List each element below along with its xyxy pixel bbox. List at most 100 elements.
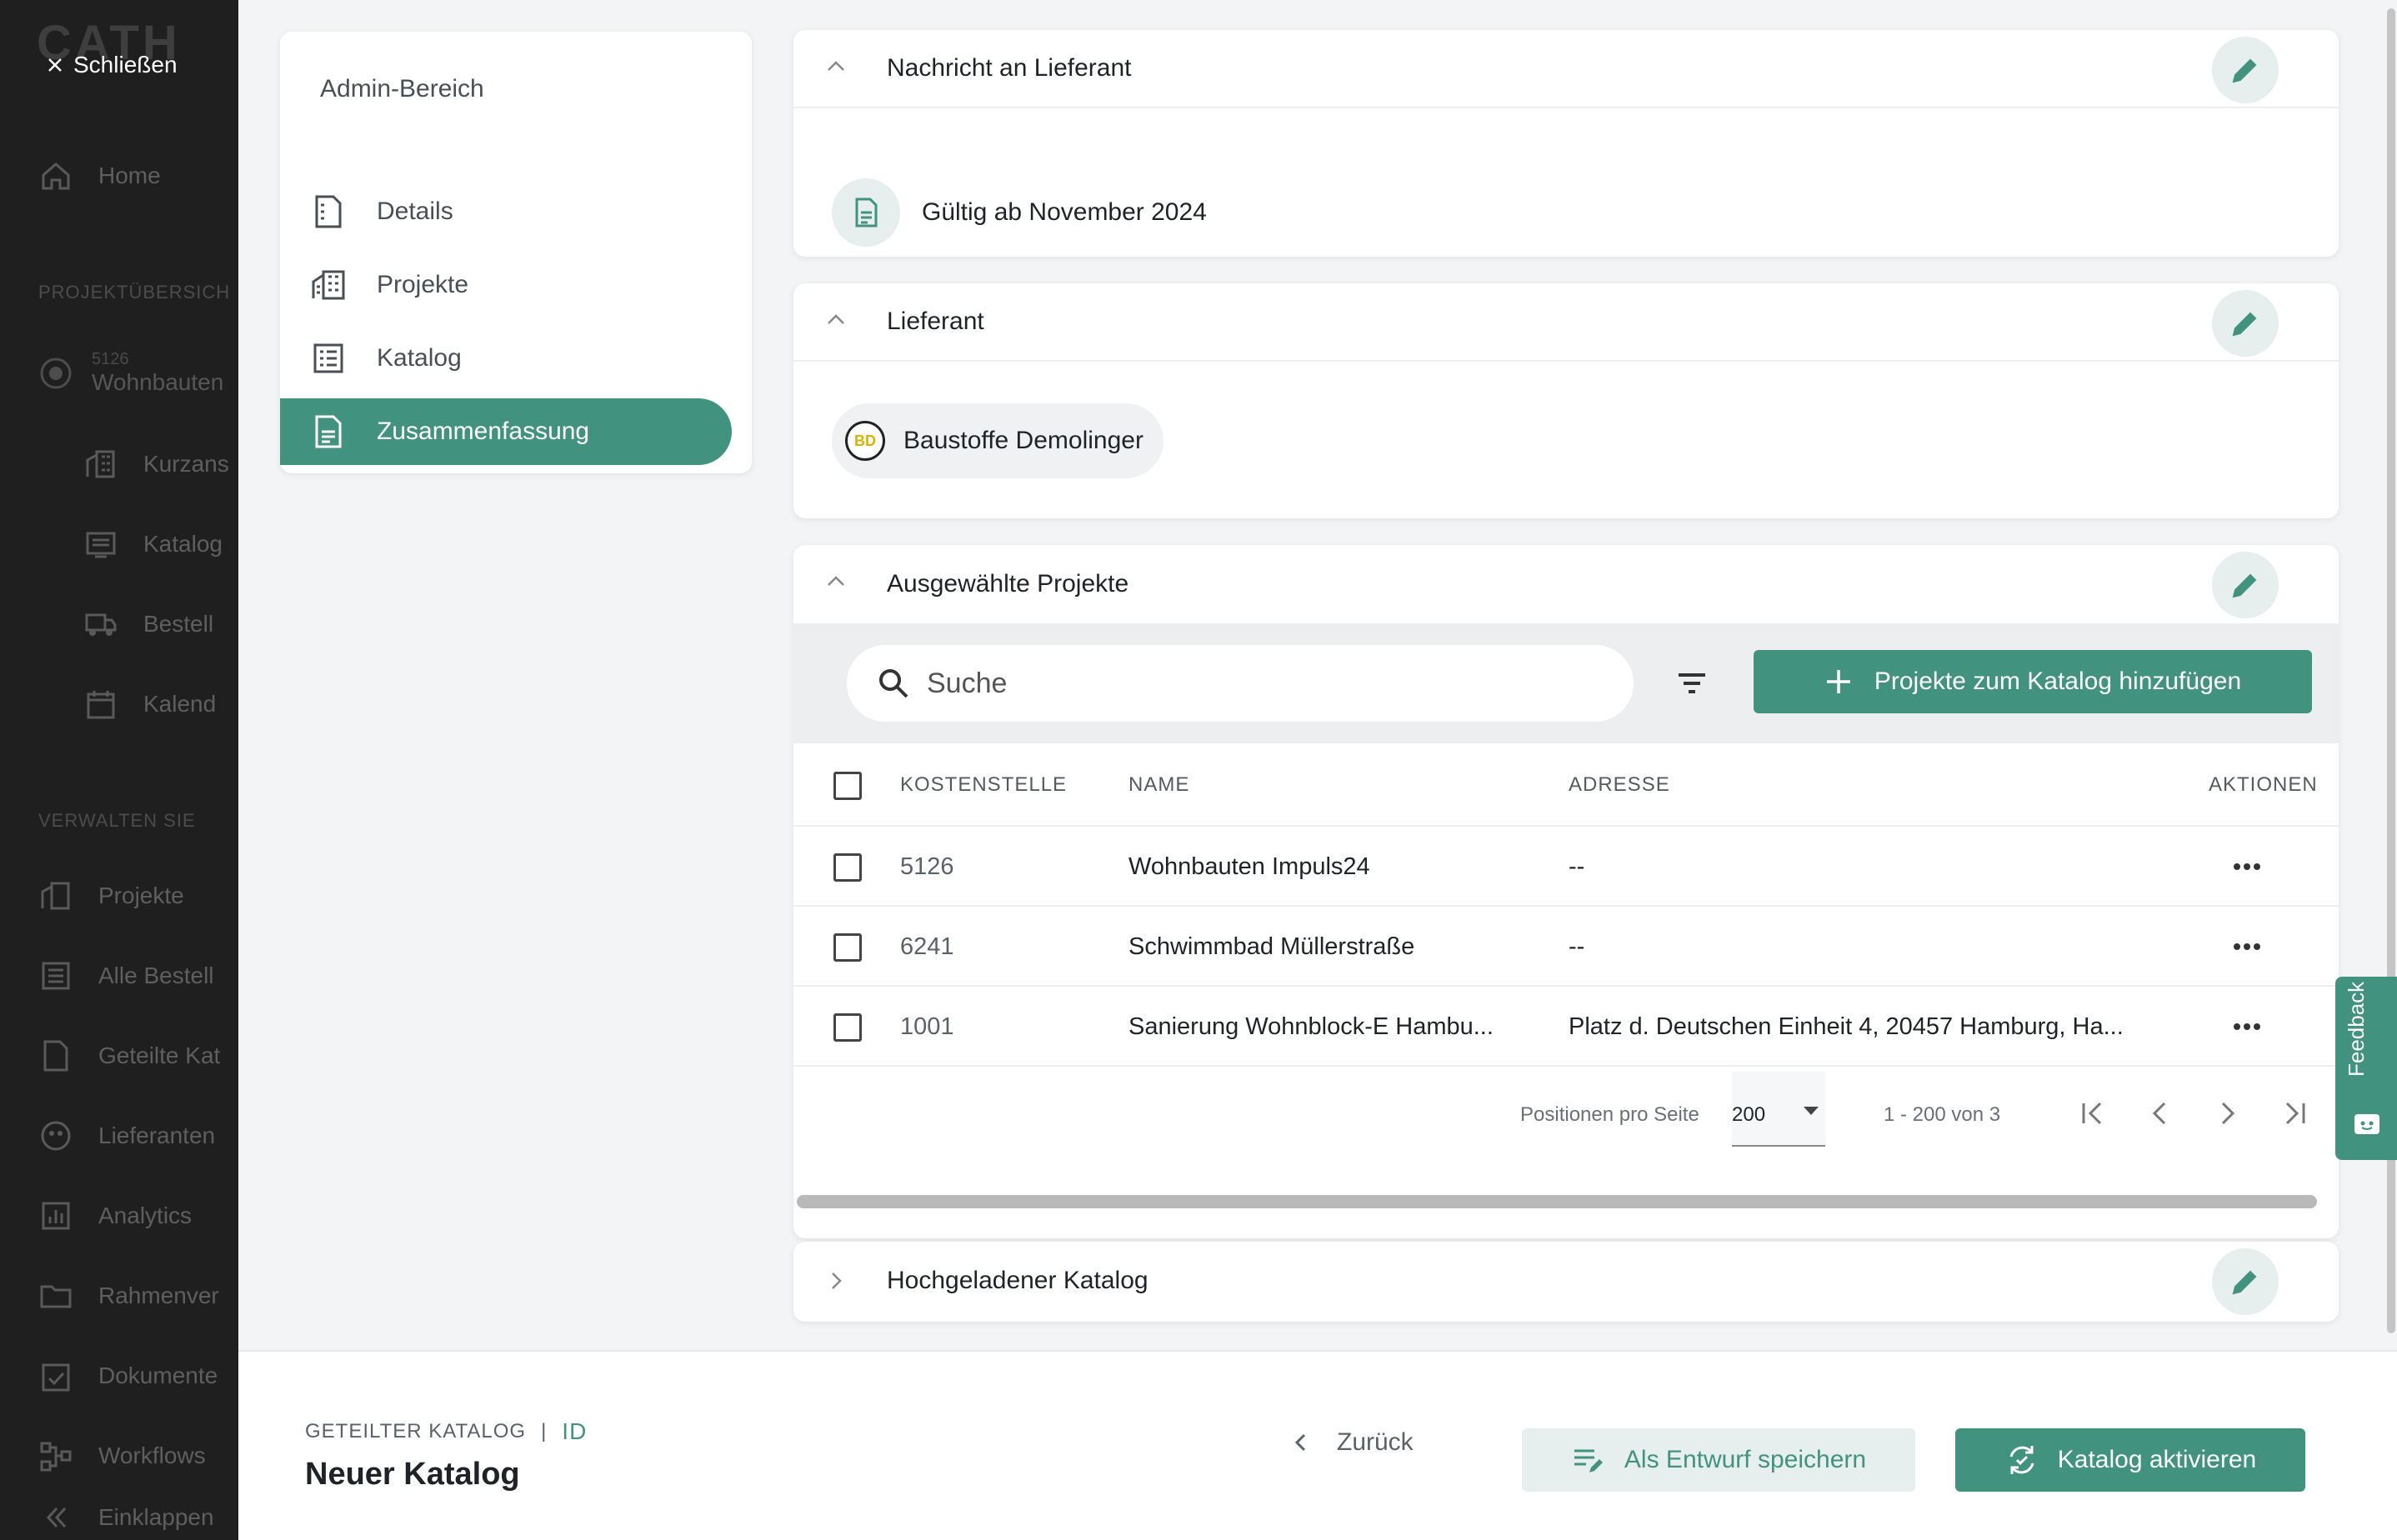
table-row[interactable]: 1001 Sanierung Wohnblock-E Hambu... Plat…	[793, 987, 2339, 1067]
nav-item-analytics[interactable]: Analytics	[38, 1198, 192, 1233]
projects-section-header[interactable]: Ausgewählte Projekte	[793, 545, 2339, 623]
orders-icon	[42, 962, 70, 990]
nav-item-label: Workflows	[98, 1442, 206, 1468]
table-row[interactable]: 6241 Schwimmbad Müllerstraße --	[793, 907, 2339, 987]
chevron-up-icon[interactable]	[823, 53, 848, 78]
message-section-header[interactable]: Nachricht an Lieferant	[793, 30, 2339, 108]
next-page-icon[interactable]	[2209, 1095, 2245, 1132]
pencil-icon	[2232, 573, 2257, 598]
page-title: Neuer Katalog	[305, 1457, 520, 1492]
back-label: Zurück	[1337, 1428, 1414, 1456]
filter-icon[interactable]	[1670, 662, 1714, 705]
nav-item-overview[interactable]: Kurzans	[83, 447, 229, 482]
cell-name: Sanierung Wohnblock-E Hambu...	[1128, 1013, 1494, 1040]
nav-item-shared-catalogs[interactable]: Geteilte Kat	[38, 1038, 220, 1073]
chevron-right-icon[interactable]	[823, 1268, 848, 1293]
step-details[interactable]: Details	[280, 178, 732, 245]
message-section: Nachricht an Lieferant Gültig ab Novembe…	[793, 30, 2339, 257]
nav-item-home[interactable]: Home	[38, 158, 161, 193]
row-checkbox[interactable]	[833, 933, 862, 962]
supplier-section-header[interactable]: Lieferant	[793, 283, 2339, 362]
more-actions-icon[interactable]	[2227, 1012, 2267, 1042]
feedback-tab[interactable]: Feedback	[2335, 977, 2397, 1160]
nav-item-label: Alle Bestell	[98, 962, 214, 988]
select-all-checkbox[interactable]	[833, 772, 862, 800]
plus-icon	[1826, 670, 1850, 693]
document-check-icon	[42, 1363, 70, 1392]
table-row[interactable]: 5126 Wohnbauten Impuls24 --	[793, 827, 2339, 907]
prev-page-icon[interactable]	[2142, 1095, 2179, 1132]
step-catalog[interactable]: Katalog	[280, 325, 732, 392]
edit-projects-button[interactable]	[2212, 552, 2279, 618]
nav-item-framework[interactable]: Rahmenver	[38, 1278, 219, 1313]
nav-item-projects[interactable]: Projekte	[38, 878, 184, 913]
background-sidebar: CATH Schließen Home PROJEKTÜBERSICH 5126…	[0, 0, 238, 1540]
nav-project-number: 5126	[92, 350, 129, 368]
cell-address: --	[1569, 853, 1585, 880]
step-projects[interactable]: Projekte	[280, 252, 732, 318]
calendar-icon	[87, 691, 115, 719]
pencil-icon	[2232, 312, 2257, 337]
step-label: Katalog	[377, 344, 462, 372]
message-section-title: Nachricht an Lieferant	[887, 54, 1132, 82]
column-header-cost-center[interactable]: KOSTENSTELLE	[900, 743, 1067, 827]
nav-item-label: Lieferanten	[98, 1122, 216, 1148]
edit-message-button[interactable]	[2212, 37, 2279, 103]
save-draft-button[interactable]: Als Entwurf speichern	[1522, 1428, 1915, 1492]
nav-item-label: Kalend	[143, 691, 217, 717]
nav-item-catalog[interactable]: Katalog	[83, 527, 223, 562]
edit-upload-button[interactable]	[2212, 1248, 2279, 1315]
nav-item-all-orders[interactable]: Alle Bestell	[38, 958, 214, 993]
nav-item-workflows[interactable]: Workflows	[38, 1438, 206, 1473]
nav-item-orders[interactable]: Bestell	[83, 607, 213, 642]
supplier-icon	[41, 1121, 71, 1151]
nav-item-suppliers[interactable]: Lieferanten	[38, 1118, 215, 1153]
nav-item-label: Rahmenver	[98, 1282, 219, 1308]
row-checkbox[interactable]	[833, 853, 862, 882]
nav-item-documents[interactable]: Dokumente	[38, 1358, 218, 1393]
first-page-icon[interactable]	[2075, 1095, 2112, 1132]
activate-catalog-button[interactable]: Katalog aktivieren	[1955, 1428, 2305, 1492]
nav-item-label: Home	[98, 162, 161, 188]
building-icon	[312, 270, 345, 300]
edit-supplier-button[interactable]	[2212, 290, 2279, 357]
search-input[interactable]	[927, 667, 1577, 700]
workflow-icon	[40, 1442, 72, 1472]
more-actions-icon[interactable]	[2227, 932, 2267, 962]
nav-item-calendar[interactable]: Kalend	[83, 687, 216, 722]
steps-panel: Admin-Bereich Details Projekte Katalog Z…	[280, 32, 752, 473]
summary-icon	[315, 415, 342, 448]
chevron-up-icon[interactable]	[823, 307, 848, 332]
add-projects-button[interactable]: Projekte zum Katalog hinzufügen	[1754, 650, 2312, 713]
upload-section-header[interactable]: Hochgeladener Katalog	[793, 1242, 2339, 1320]
row-checkbox[interactable]	[833, 1013, 862, 1042]
upload-section-title: Hochgeladener Katalog	[887, 1267, 1148, 1294]
folder-star-icon	[40, 1285, 72, 1308]
per-page-select[interactable]: 200	[1732, 1072, 1825, 1147]
more-actions-icon[interactable]	[2227, 852, 2267, 882]
column-header-name[interactable]: NAME	[1128, 743, 1189, 827]
last-page-icon[interactable]	[2275, 1095, 2312, 1132]
per-page-label: Positionen pro Seite	[1520, 1103, 1699, 1126]
list-icon	[313, 343, 343, 373]
nav-collapse[interactable]: Einklappen	[38, 1500, 214, 1535]
step-summary[interactable]: Zusammenfassung	[280, 398, 732, 465]
nav-project-name: Wohnbauten	[92, 369, 224, 395]
cell-address: --	[1569, 933, 1585, 960]
message-item: Gültig ab November 2024	[832, 178, 1207, 247]
nav-current-project[interactable]: 5126 Wohnbauten	[38, 350, 223, 396]
close-label: Schließen	[73, 52, 178, 78]
table-header: KOSTENSTELLE NAME ADRESSE AKTIONEN	[793, 743, 2339, 827]
chevron-up-icon[interactable]	[823, 568, 848, 593]
column-header-address[interactable]: ADRESSE	[1569, 743, 1670, 827]
upload-section: Hochgeladener Katalog	[793, 1242, 2339, 1322]
close-button[interactable]: Schließen	[47, 52, 178, 78]
nav-item-label: Analytics	[98, 1202, 193, 1228]
analytics-icon	[42, 1202, 70, 1230]
step-label: Details	[377, 198, 453, 225]
search-box[interactable]	[847, 645, 1634, 722]
breadcrumb-separator: |	[541, 1420, 548, 1442]
back-button[interactable]: Zurück	[1290, 1428, 1414, 1457]
search-icon	[879, 669, 908, 698]
horizontal-scrollbar[interactable]	[797, 1195, 2317, 1208]
